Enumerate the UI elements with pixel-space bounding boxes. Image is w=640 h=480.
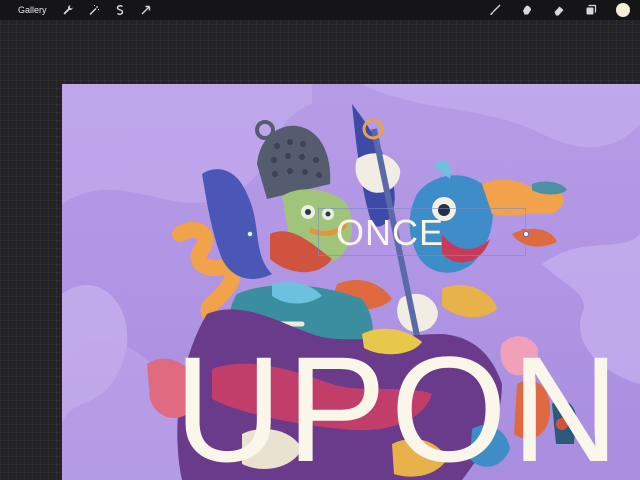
eraser-icon[interactable] [552, 3, 566, 17]
top-toolbar: Gallery [0, 0, 640, 20]
transform-handle-right[interactable] [523, 231, 529, 237]
wrench-icon[interactable] [61, 3, 75, 17]
gallery-button[interactable]: Gallery [18, 5, 47, 15]
transform-handle-left[interactable] [247, 231, 253, 237]
canvas-text-once[interactable]: ONCE [336, 212, 444, 254]
artwork-canvas[interactable]: ONCE UPON [62, 84, 640, 480]
toolbar-left-group: Gallery [18, 3, 165, 17]
layers-icon[interactable] [584, 3, 598, 17]
magic-wand-icon[interactable] [87, 3, 101, 17]
color-picker-swatch[interactable] [616, 3, 630, 17]
brush-icon[interactable] [488, 3, 502, 17]
smudge-icon[interactable] [520, 3, 534, 17]
transform-icon[interactable] [139, 3, 153, 17]
selection-icon[interactable] [113, 3, 127, 17]
toolbar-right-group [470, 3, 630, 17]
canvas-text-upon[interactable]: UPON [174, 334, 623, 480]
